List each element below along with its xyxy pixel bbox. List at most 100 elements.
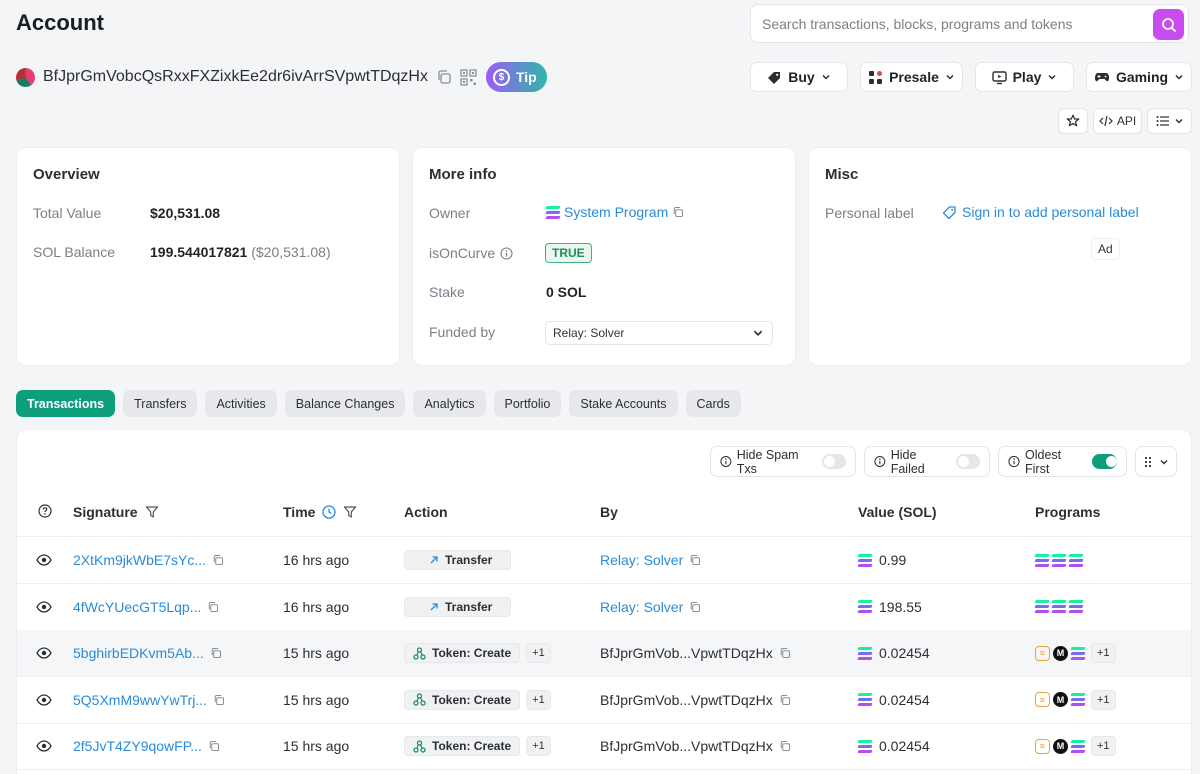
program-hexagon-icon: ≈ — [1035, 738, 1050, 754]
arrow-up-right-icon — [430, 602, 438, 610]
presale-button[interactable]: Presale — [860, 62, 963, 92]
total-value: $20,531.08 — [150, 205, 221, 221]
hide-spam-toggle[interactable]: Hide Spam Txs — [710, 446, 856, 477]
signature-cell: 5Q5XmM9wwYwTrj... — [73, 677, 225, 723]
tab-activities[interactable]: Activities — [205, 390, 277, 417]
by-address: BfJprGmVob...VpwtTDqzHx — [600, 738, 773, 754]
table-row[interactable]: 4fWcYUecGT5Lqp... 16 hrs ago Transfer Relay… — [17, 584, 1191, 630]
copy-icon[interactable] — [212, 554, 224, 566]
program-hexagon-icon: ≈ — [1035, 645, 1050, 661]
value-cell: 0.02454 — [857, 630, 930, 676]
copy-icon[interactable] — [779, 647, 791, 659]
play-button[interactable]: Play — [975, 62, 1074, 92]
tab-portfolio[interactable]: Portfolio — [493, 390, 562, 417]
more-actions-badge[interactable]: +1 — [526, 736, 551, 756]
more-actions-badge[interactable]: +1 — [526, 643, 551, 663]
view-tx-button[interactable] — [34, 630, 54, 676]
oldest-first-toggle[interactable]: Oldest First — [998, 446, 1127, 477]
question-icon — [38, 504, 52, 518]
copy-icon[interactable] — [689, 601, 701, 613]
tab-cards[interactable]: Cards — [685, 390, 741, 417]
table-row[interactable]: 2f5JvT4ZY9qowFP... 15 hrs ago Token: Creat… — [17, 723, 1191, 769]
more-programs-badge[interactable]: +1 — [1091, 643, 1116, 663]
help-column-header[interactable] — [38, 504, 52, 518]
solana-icon — [1070, 693, 1086, 706]
stake-label: Stake — [429, 284, 465, 300]
by-address: BfJprGmVob...VpwtTDqzHx — [600, 691, 773, 708]
api-button[interactable]: API — [1093, 108, 1142, 134]
account-address-row: BfJprGmVobcQsRxxFXZixkEe2dr6ivArrSVpwtTD… — [16, 62, 547, 92]
table-row[interactable]: 5Q5XmM9wwYwTrj... 15 hrs ago Token: Create… — [17, 677, 1191, 723]
is-on-curve-label: isOnCurve — [429, 245, 513, 261]
copy-icon[interactable] — [689, 554, 701, 566]
clock-icon[interactable] — [322, 505, 337, 519]
overview-title: Overview — [33, 166, 100, 183]
signature-link[interactable]: 2f5JvT4ZY9qowFP... — [73, 738, 202, 754]
copy-icon[interactable] — [672, 206, 684, 218]
qr-code-button[interactable] — [460, 68, 477, 86]
more-info-card: More info Owner System Program isOnCurve… — [412, 147, 796, 366]
tag-icon — [768, 71, 781, 84]
chevron-down-icon — [1175, 119, 1182, 124]
copy-address-button[interactable] — [436, 69, 452, 85]
hide-spam-switch[interactable] — [821, 454, 846, 469]
copy-icon[interactable] — [779, 740, 791, 752]
view-tx-button[interactable] — [34, 723, 54, 769]
view-tx-button[interactable] — [34, 537, 54, 583]
action-pill: Transfer — [404, 550, 511, 570]
by-address[interactable]: Relay: Solver — [600, 599, 683, 615]
by-address[interactable]: Relay: Solver — [600, 552, 683, 568]
hide-failed-label: Hide Failed — [890, 447, 925, 476]
filter-icon[interactable] — [343, 505, 357, 519]
more-programs-badge[interactable]: +1 — [1091, 736, 1116, 756]
copy-icon[interactable] — [208, 740, 220, 752]
owner-link[interactable]: System Program — [545, 204, 684, 220]
chevron-down-icon — [946, 74, 954, 80]
hide-failed-toggle[interactable]: Hide Failed — [864, 446, 990, 477]
buy-button[interactable]: Buy — [750, 62, 848, 92]
action-pill: Token: Create — [404, 736, 521, 756]
tip-button[interactable]: $ Tip — [485, 62, 547, 92]
search-bar[interactable] — [750, 4, 1189, 43]
sign-in-personal-label-link[interactable]: Sign in to add personal label — [942, 204, 1139, 220]
copy-icon[interactable] — [207, 601, 219, 613]
gaming-button[interactable]: Gaming — [1086, 62, 1192, 92]
signature-link[interactable]: 5Q5XmM9wwYwTrj... — [73, 692, 207, 708]
tab-balance-changes[interactable]: Balance Changes — [284, 390, 406, 417]
list-options-button[interactable] — [1147, 108, 1192, 134]
hide-failed-switch[interactable] — [955, 454, 981, 469]
avatar — [16, 67, 35, 87]
info-icon[interactable] — [500, 246, 513, 260]
blocks-icon — [869, 70, 883, 84]
table-row[interactable]: 5bghirbEDKvm5Ab... 15 hrs ago Token: Creat… — [17, 630, 1191, 676]
signature-link[interactable]: 5bghirbEDKvm5Ab... — [73, 645, 204, 661]
more-actions-badge[interactable]: +1 — [526, 689, 551, 710]
view-tx-button[interactable] — [34, 584, 54, 630]
table-row[interactable]: 2XtKm9jkWbE7sYc... 16 hrs ago Transfer Rela… — [17, 537, 1191, 583]
solana-icon — [857, 646, 873, 660]
value-cell: 0.99 — [857, 537, 906, 583]
oldest-first-switch[interactable] — [1092, 454, 1118, 469]
solana-icon — [1051, 553, 1067, 567]
filter-icon[interactable] — [145, 505, 159, 519]
signature-link[interactable]: 4fWcYUecGT5Lqp... — [73, 599, 201, 615]
signature-link[interactable]: 2XtKm9jkWbE7sYc... — [73, 552, 206, 568]
copy-icon[interactable] — [213, 694, 225, 706]
copy-icon[interactable] — [210, 647, 222, 659]
total-value-label: Total Value — [33, 205, 102, 221]
funded-by-select[interactable]: Relay: Solver — [545, 321, 773, 345]
tab-stake-accounts[interactable]: Stake Accounts — [569, 390, 678, 417]
tab-analytics[interactable]: Analytics — [413, 390, 486, 417]
view-tx-button[interactable] — [34, 677, 54, 723]
more-info-title: More info — [429, 166, 497, 183]
favorite-button[interactable] — [1058, 108, 1088, 134]
search-input[interactable] — [762, 15, 1188, 32]
search-button[interactable] — [1153, 9, 1184, 40]
tab-transactions[interactable]: Transactions — [16, 390, 116, 417]
tab-transfers[interactable]: Transfers — [123, 390, 198, 417]
copy-icon[interactable] — [779, 694, 791, 706]
tip-label: Tip — [515, 69, 537, 85]
more-programs-badge[interactable]: +1 — [1091, 689, 1116, 710]
column-options-button[interactable] — [1135, 446, 1177, 477]
action-cell: Token: Create +1 — [404, 677, 551, 723]
